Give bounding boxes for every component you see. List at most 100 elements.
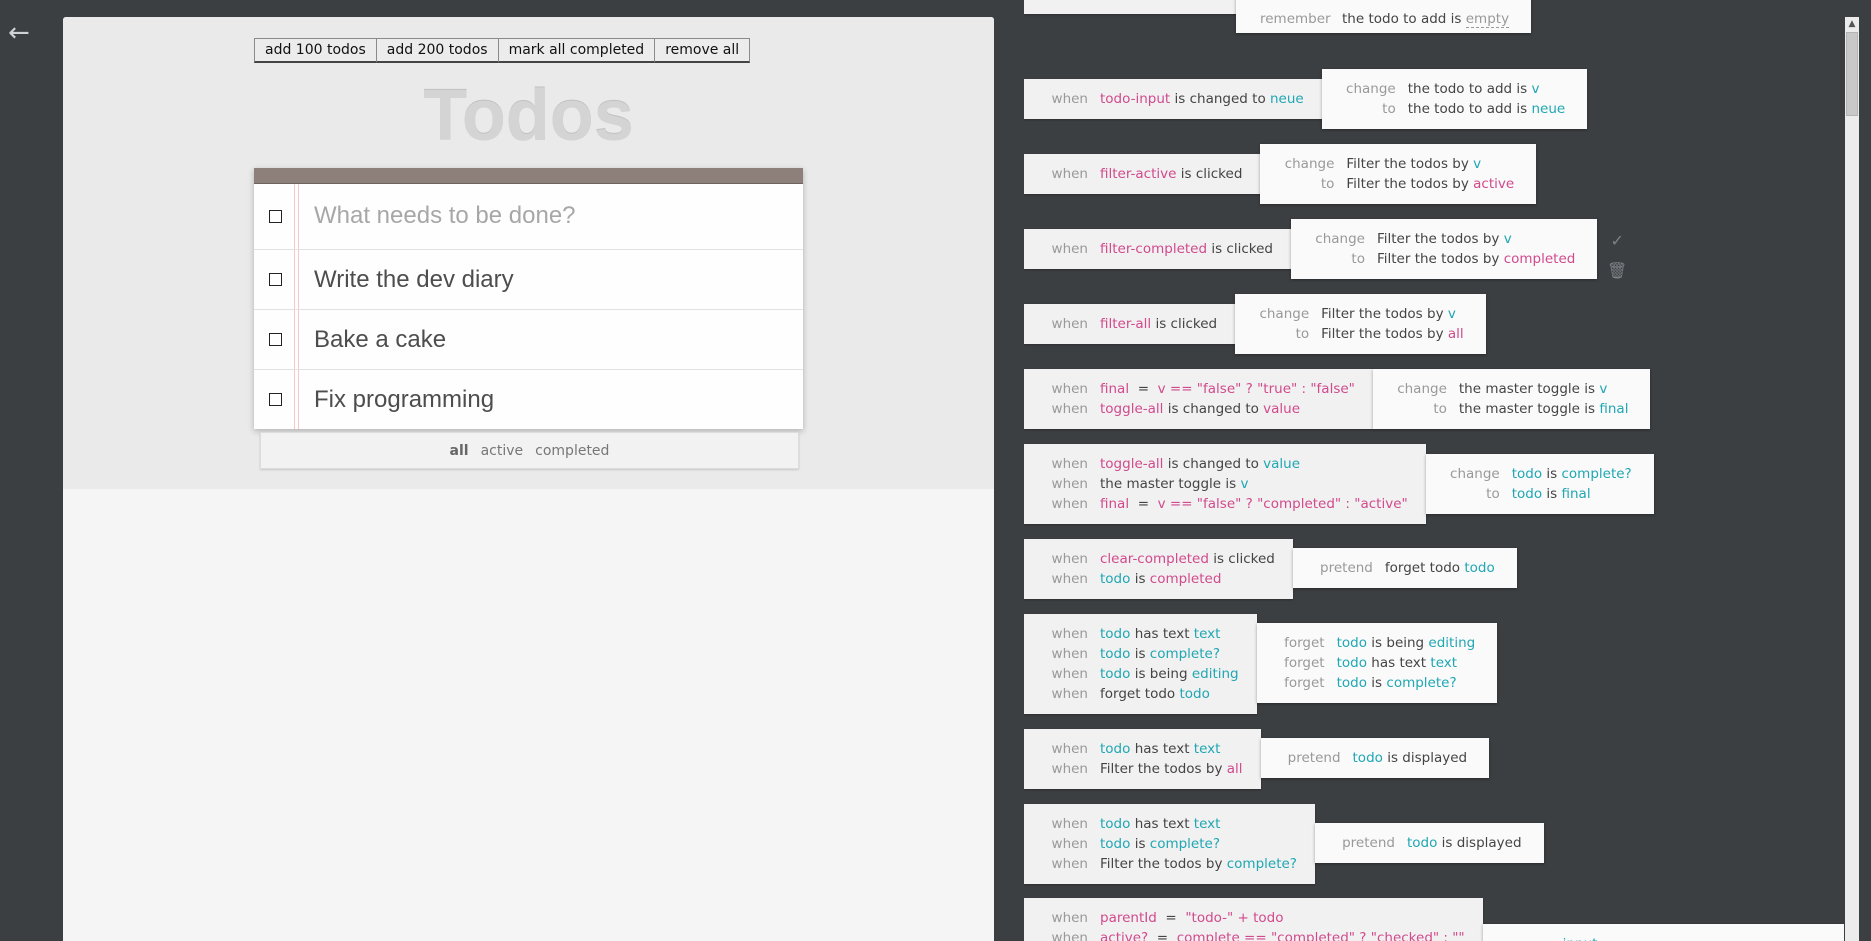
scrollbar-thumb[interactable] bbox=[1846, 32, 1858, 116]
margin-rule bbox=[294, 370, 299, 429]
rule-block: when filter-active is clicked change Filte… bbox=[1024, 144, 1537, 204]
todo-item: Bake a cake bbox=[254, 310, 803, 370]
code-line[interactable]: to Filter the todos by active bbox=[1284, 174, 1514, 194]
code-line[interactable]: to Filter the todos by all bbox=[1259, 324, 1464, 344]
code-line[interactable]: change Filter the todos by v bbox=[1284, 154, 1514, 174]
benchmark-toolbar: add 100 todos add 200 todos mark all com… bbox=[254, 38, 751, 63]
code-line[interactable]: when Filter the todos by all bbox=[1048, 759, 1243, 779]
code-line[interactable]: when todo-input is changed to neue bbox=[1048, 89, 1304, 109]
code-line[interactable]: when final = v == "false" ? "completed" :… bbox=[1048, 494, 1408, 514]
code-editor-panel: remember the todo to add is empty when tod… bbox=[1024, 0, 1844, 941]
trash-icon[interactable]: 🗑 bbox=[1607, 256, 1627, 286]
filter-completed-link[interactable]: completed bbox=[533, 443, 611, 459]
code-line[interactable]: pretend todo is displayed bbox=[1285, 748, 1467, 768]
todo-label[interactable]: Fix programming bbox=[314, 386, 494, 414]
code-line[interactable]: when todo is being editing bbox=[1048, 664, 1239, 684]
code-line[interactable]: when filter-all is clicked bbox=[1048, 314, 1218, 334]
rule-block: when parentId = "todo-" + todo when active… bbox=[1024, 898, 1844, 941]
code-line[interactable]: to Filter the todos by completed bbox=[1315, 249, 1575, 269]
code-line[interactable]: to the todo to add is neue bbox=[1346, 99, 1565, 119]
toggle-all-checkbox[interactable] bbox=[269, 210, 282, 223]
code-line[interactable]: pretend todo is displayed bbox=[1339, 833, 1521, 853]
code-line[interactable]: change the todo to add is v bbox=[1346, 79, 1565, 99]
rule-block: when todo has text text when Filter the to… bbox=[1024, 729, 1490, 789]
rule-actions: change the todo to add is v to the todo to… bbox=[1321, 69, 1588, 129]
rule-conditions: when todo-input is changed to neue bbox=[1024, 79, 1322, 119]
code-line[interactable]: forget todo is being editing bbox=[1281, 633, 1475, 653]
code-line[interactable]: when the master toggle is v bbox=[1048, 474, 1408, 494]
code-line[interactable]: to the master toggle is final bbox=[1397, 399, 1628, 419]
rule-conditions: when final = v == "false" ? "true" : "fal… bbox=[1024, 369, 1373, 429]
rule-actions: forget todo is being editing forget todo h… bbox=[1256, 623, 1498, 703]
todo-label[interactable]: Bake a cake bbox=[314, 326, 446, 354]
code-line[interactable]: when Filter the todos by complete? bbox=[1048, 854, 1297, 874]
rule-actions: remember the todo to add is empty bbox=[1236, 0, 1532, 33]
rule-block: when final = v == "false" ? "true" : "fal… bbox=[1024, 369, 1651, 429]
filter-active-link[interactable]: active bbox=[479, 443, 526, 459]
rule-actions: pretend todo is displayed bbox=[1260, 738, 1490, 778]
rule-conditions: when filter-active is clicked bbox=[1024, 154, 1261, 194]
remove-all-button[interactable]: remove all bbox=[654, 38, 751, 63]
code-line[interactable]: change todo is complete? bbox=[1450, 464, 1632, 484]
rule-actions: pretend todo is displayed bbox=[1314, 823, 1544, 863]
rule-conditions: when filter-all is clicked bbox=[1024, 304, 1236, 344]
page-title: Todos bbox=[423, 76, 634, 156]
code-line[interactable]: when toggle-all is changed to value bbox=[1048, 454, 1408, 474]
rule-actions: change todo is complete? to todo is final bbox=[1425, 454, 1654, 514]
code-line[interactable]: when filter-completed is clicked bbox=[1048, 239, 1273, 259]
code-line[interactable]: when toggle-all is changed to value bbox=[1048, 399, 1355, 419]
todo-complete-checkbox[interactable] bbox=[269, 393, 282, 406]
todo-card-header bbox=[254, 168, 803, 184]
rule-conditions: when filter-completed is clicked bbox=[1024, 229, 1291, 269]
rule-block: when filter-all is clicked change Filter t… bbox=[1024, 294, 1486, 354]
back-arrow-icon[interactable]: ← bbox=[8, 18, 30, 48]
code-line[interactable]: input bbox=[1563, 934, 1844, 941]
code-line[interactable]: when todo has text text bbox=[1048, 739, 1243, 759]
code-line[interactable]: change Filter the todos by v bbox=[1315, 229, 1575, 249]
todo-item: Fix programming bbox=[254, 370, 803, 429]
mark-all-completed-button[interactable]: mark all completed bbox=[497, 38, 656, 63]
rule-conditions: when todo has text text when todo is compl… bbox=[1024, 804, 1315, 884]
code-line[interactable]: change Filter the todos by v bbox=[1259, 304, 1464, 324]
code-line[interactable]: when todo has text text bbox=[1048, 624, 1239, 644]
code-line[interactable]: when final = v == "false" ? "true" : "fal… bbox=[1048, 379, 1355, 399]
rule-actions: change the master toggle is v to the maste… bbox=[1372, 369, 1651, 429]
rule-block: when todo has text text when todo is compl… bbox=[1024, 804, 1544, 884]
scroll-up-icon[interactable]: ▲ bbox=[1845, 17, 1859, 31]
margin-rule bbox=[294, 250, 299, 309]
todo-item: Write the dev diary bbox=[254, 250, 803, 310]
rule-actions: change Filter the todos by v to Filter the… bbox=[1235, 294, 1486, 354]
code-line[interactable]: when todo is complete? bbox=[1048, 834, 1297, 854]
filter-all-link[interactable]: all bbox=[448, 443, 471, 459]
code-line[interactable]: when todo is complete? bbox=[1048, 644, 1239, 664]
code-line[interactable]: forget todo has text text bbox=[1281, 653, 1476, 673]
code-line[interactable]: when parentId = "todo-" + todo bbox=[1048, 908, 1465, 928]
rule-block: when todo-input is changed to neue change… bbox=[1024, 69, 1588, 129]
rule-actions: change Filter the todos by v to Filter the… bbox=[1260, 144, 1537, 204]
check-icon[interactable]: ✓ bbox=[1607, 226, 1627, 256]
rule-actions: pretend forget todo todo bbox=[1292, 548, 1517, 588]
code-line[interactable]: when todo has text text bbox=[1048, 814, 1297, 834]
code-line[interactable]: when clear-completed is clicked bbox=[1048, 549, 1275, 569]
code-line[interactable]: pretend forget todo todo bbox=[1317, 558, 1495, 578]
todo-complete-checkbox[interactable] bbox=[269, 333, 282, 346]
todo-app-preview: add 100 todos add 200 todos mark all com… bbox=[63, 17, 994, 941]
code-line[interactable]: to todo is final bbox=[1450, 484, 1632, 504]
todo-complete-checkbox[interactable] bbox=[269, 273, 282, 286]
code-line[interactable]: when forget todo todo bbox=[1048, 684, 1239, 704]
rule-actions: input bbox=[1482, 924, 1844, 941]
code-line[interactable]: when active? = complete == "completed" ? … bbox=[1048, 928, 1465, 941]
code-line[interactable]: forget todo is complete? bbox=[1281, 673, 1476, 693]
new-todo-row bbox=[254, 184, 803, 250]
code-line[interactable]: remember the todo to add is empty bbox=[1260, 9, 1510, 29]
todo-label[interactable]: Write the dev diary bbox=[314, 266, 514, 294]
rule-conditions: when todo has text text when Filter the to… bbox=[1024, 729, 1261, 789]
code-line[interactable]: when todo is completed bbox=[1048, 569, 1275, 589]
vertical-scrollbar[interactable]: ▲ bbox=[1845, 17, 1859, 941]
code-line[interactable]: change the master toggle is v bbox=[1397, 379, 1629, 399]
code-line[interactable]: when filter-active is clicked bbox=[1048, 164, 1243, 184]
add-100-todos-button[interactable]: add 100 todos bbox=[254, 38, 377, 63]
new-todo-input[interactable] bbox=[314, 196, 784, 236]
rule-block: when filter-completed is clicked change Fi… bbox=[1024, 219, 1598, 279]
add-200-todos-button[interactable]: add 200 todos bbox=[375, 38, 499, 63]
